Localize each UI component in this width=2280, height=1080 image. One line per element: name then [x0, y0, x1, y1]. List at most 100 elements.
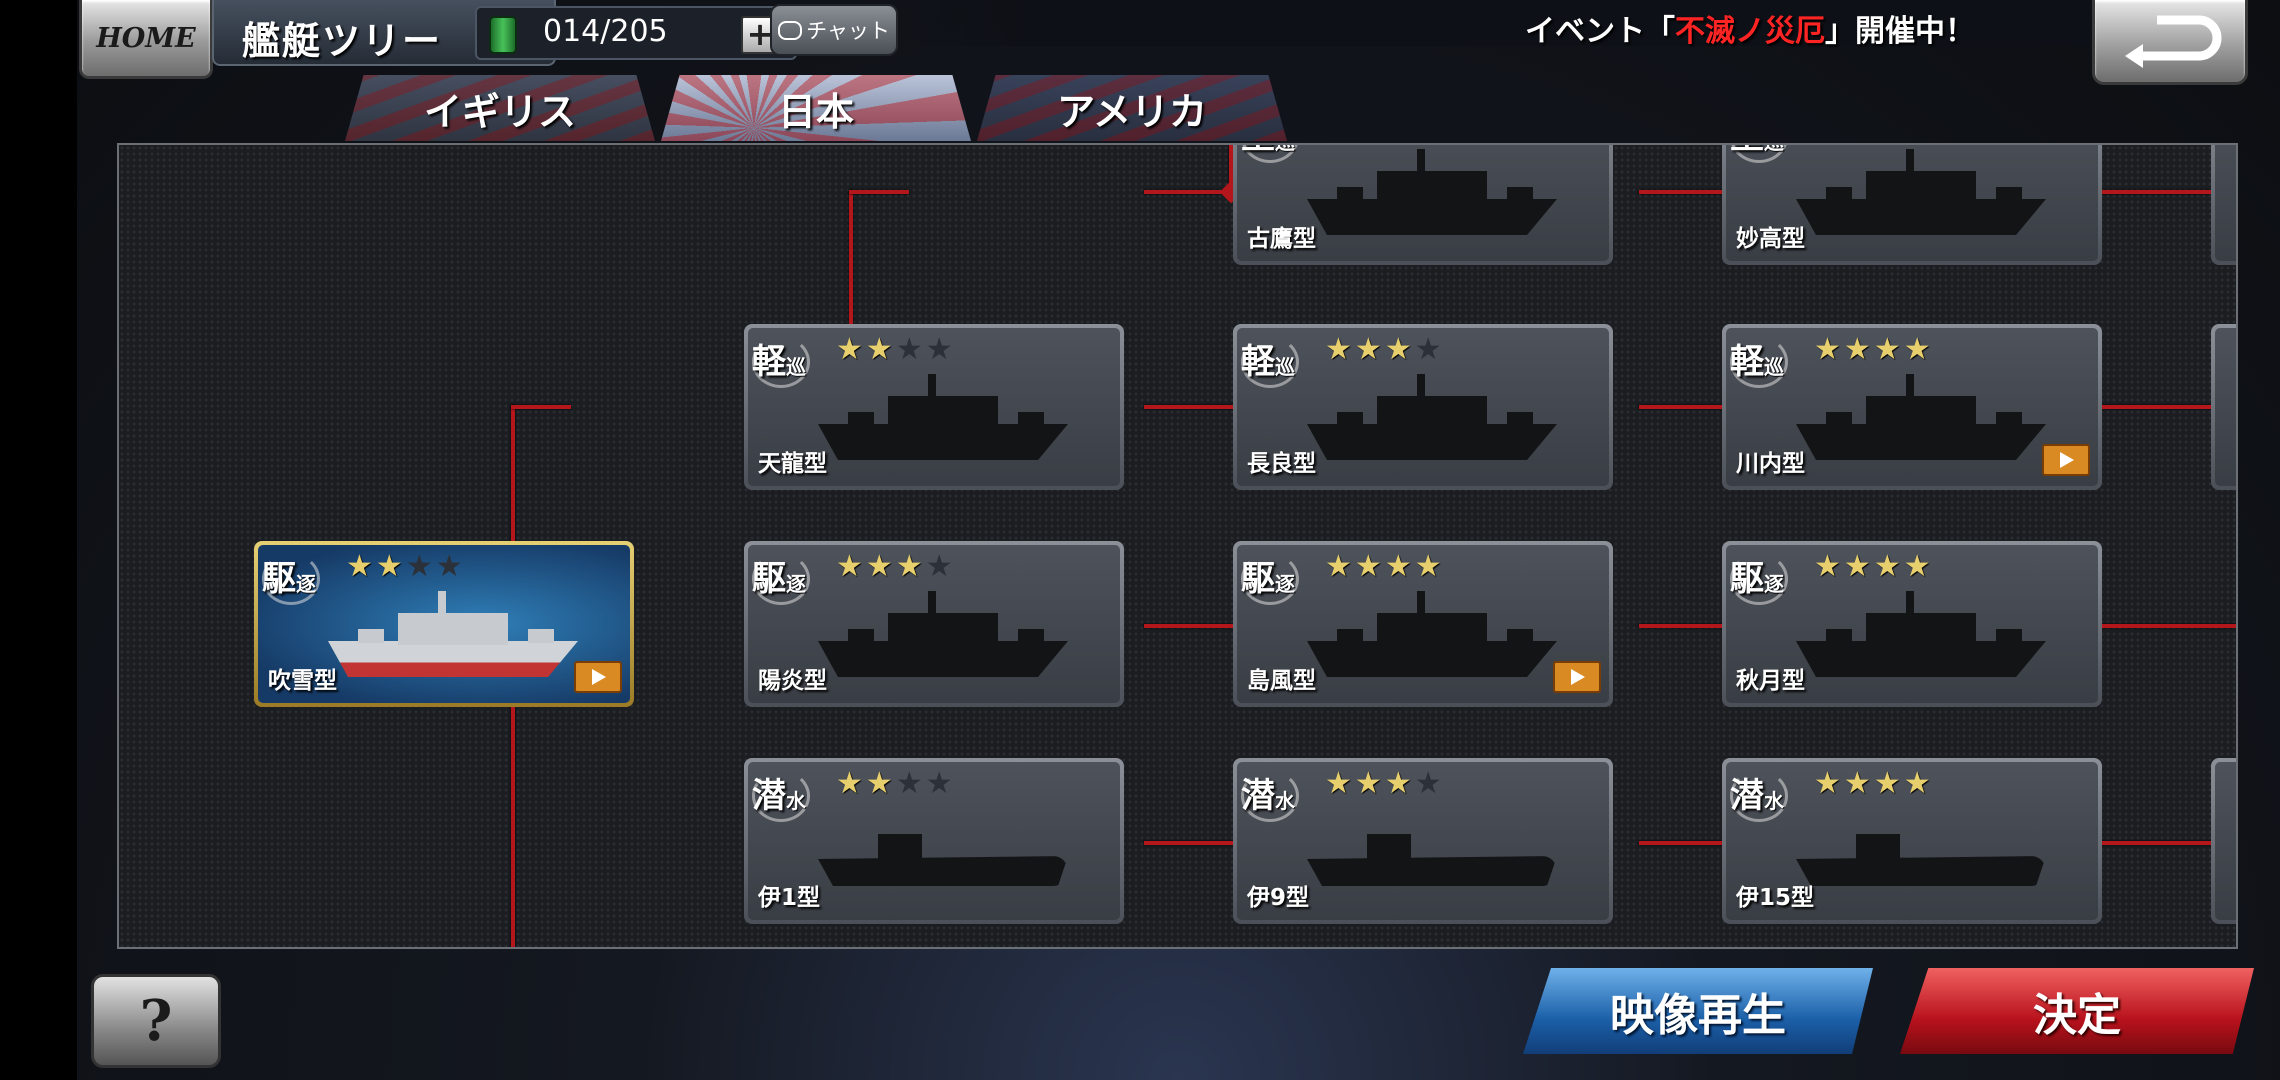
star-filled-icon: ★ [1354, 549, 1382, 584]
ship-card-i9[interactable]: 潜水 ★ ★ ★ ★ 伊9型 [1233, 758, 1613, 924]
back-button[interactable] [2092, 0, 2248, 85]
ship-silhouette [1796, 149, 2046, 241]
ship-card-sendai[interactable]: 軽巡 ★ ★ ★ ★ 川内型 [1722, 324, 2102, 490]
type-main: 軽 [1241, 341, 1275, 382]
ship-name: 秋月型 [1736, 668, 1805, 694]
star-filled-icon: ★ [1873, 332, 1901, 367]
ship-card-next[interactable] [2211, 758, 2236, 924]
card-inner: 軽巡 ★ ★ ★ ★ 川内型 [1726, 328, 2098, 486]
type-sub: 水 [786, 788, 806, 813]
star-filled-icon: ★ [1873, 766, 1901, 801]
star-empty-icon: ★ [1414, 766, 1442, 801]
type-sub: 巡 [1764, 354, 1784, 379]
star-filled-icon: ★ [1873, 549, 1901, 584]
star-empty-icon: ★ [895, 766, 923, 801]
event-suffix: 」開催中！ [1825, 14, 1975, 49]
type-main: 潜 [1730, 775, 1764, 816]
ship-name: 天龍型 [758, 451, 827, 477]
ship-type-badge: 重巡 [1730, 145, 1790, 163]
ship-silhouette [818, 591, 1068, 683]
video-available-icon[interactable] [574, 661, 622, 693]
star-filled-icon: ★ [865, 766, 893, 801]
star-filled-icon: ★ [1384, 766, 1412, 801]
rarity-stars: ★ ★ ★ ★ [1814, 334, 1931, 366]
video-available-icon[interactable] [1553, 661, 1601, 693]
star-filled-icon: ★ [346, 549, 373, 584]
ship-silhouette [1796, 591, 2046, 683]
type-sub: 巡 [1275, 354, 1295, 379]
ship-silhouette [1307, 591, 1557, 683]
type-sub: 水 [1275, 788, 1295, 813]
type-main: 潜 [1241, 775, 1275, 816]
video-available-icon[interactable] [2042, 444, 2090, 476]
rarity-stars: ★ ★ ★ ★ [1325, 768, 1442, 800]
ship-card-tenryu[interactable]: 軽巡 ★ ★ ★ ★ 天龍型 [744, 324, 1124, 490]
ship-card-nagara[interactable]: 軽巡 ★ ★ ★ ★ 長良型 [1233, 324, 1613, 490]
card-inner: 重巡 ★★★★ 妙高型 [1726, 145, 2098, 261]
confirm-button[interactable]: 決定 [1900, 968, 2254, 1054]
card-inner [2215, 145, 2236, 261]
ship-card-myoko[interactable]: 重巡 ★★★★ 妙高型 [1722, 145, 2102, 265]
star-filled-icon: ★ [865, 332, 893, 367]
type-main: 重 [1241, 145, 1275, 158]
ship-type-badge: 軽巡 [1241, 332, 1301, 388]
ship-capacity-icon [489, 16, 517, 54]
star-filled-icon: ★ [1843, 549, 1871, 584]
ship-silhouette [1307, 149, 1557, 241]
ship-silhouette [1796, 374, 2046, 466]
back-arrow-icon [2125, 15, 2222, 68]
ship-counter: 014/205 + [475, 6, 797, 60]
ship-name: 長良型 [1247, 451, 1316, 477]
ship-card-next[interactable] [2211, 324, 2236, 490]
star-empty-icon: ★ [895, 332, 923, 367]
tab-uk[interactable]: イギリス [345, 75, 655, 141]
chat-button[interactable]: チャット [770, 4, 898, 56]
rarity-stars: ★ ★ ★ ★ [346, 551, 463, 583]
ship-card-next[interactable] [2211, 145, 2236, 265]
ship-name: 伊1型 [758, 885, 821, 911]
type-sub: 逐 [1764, 571, 1784, 596]
event-banner[interactable]: イベント「不滅ノ災厄」開催中！ [905, 0, 2155, 49]
ship-name: 妙高型 [1736, 226, 1805, 252]
star-filled-icon: ★ [1903, 332, 1931, 367]
event-name: 不滅ノ災厄 [1675, 14, 1825, 49]
ship-card-kagero[interactable]: 駆逐 ★ ★ ★ ★ 陽炎型 [744, 541, 1124, 707]
star-empty-icon: ★ [405, 549, 433, 584]
star-filled-icon: ★ [1814, 549, 1841, 584]
event-text: イベント「不滅ノ災厄」開催中！ [1525, 6, 1975, 50]
rarity-stars: ★ ★ ★ ★ [836, 334, 953, 366]
ship-name: 伊9型 [1247, 885, 1310, 911]
home-button[interactable]: HOME [79, 0, 213, 79]
type-main: 駆 [1241, 558, 1275, 599]
ship-card-fubuki[interactable]: 駆逐 ★ ★ ★ ★ 吹雪型 [254, 541, 634, 707]
card-inner [2215, 328, 2236, 486]
ship-name: 島風型 [1247, 668, 1316, 694]
ship-card-i15[interactable]: 潜水 ★ ★ ★ ★ 伊15型 [1722, 758, 2102, 924]
star-filled-icon: ★ [1325, 766, 1352, 801]
star-empty-icon: ★ [1414, 332, 1442, 367]
tab-japan[interactable]: 日本 [661, 75, 971, 141]
card-inner: 軽巡 ★ ★ ★ ★ 天龍型 [748, 328, 1120, 486]
ship-card-shimakaze[interactable]: 駆逐 ★ ★ ★ ★ 島風型 [1233, 541, 1613, 707]
ship-card-i1[interactable]: 潜水 ★ ★ ★ ★ 伊1型 [744, 758, 1124, 924]
ship-type-badge: 重巡 [1241, 145, 1301, 163]
ship-silhouette [818, 374, 1068, 466]
ship-type-badge: 駆逐 [262, 549, 322, 605]
star-filled-icon: ★ [865, 549, 893, 584]
star-filled-icon: ★ [1903, 766, 1931, 801]
help-button[interactable]: ? [91, 974, 221, 1068]
type-sub: 水 [1764, 788, 1784, 813]
ship-name: 陽炎型 [758, 668, 827, 694]
star-filled-icon: ★ [1384, 332, 1412, 367]
star-empty-icon: ★ [435, 549, 463, 584]
play-video-button[interactable]: 映像再生 [1523, 968, 1873, 1054]
tab-label: 日本 [777, 89, 854, 134]
type-main: 駆 [262, 558, 296, 599]
ship-card-furutaka[interactable]: 重巡 ★★★★ 古鷹型 [1233, 145, 1613, 265]
star-filled-icon: ★ [1325, 332, 1352, 367]
tab-usa[interactable]: アメリカ [977, 75, 1287, 141]
ship-tree-panel[interactable]: 重巡 ★★★★ 古鷹型 重巡 ★★★★ 妙高型 軽巡 ★★★★ 天龍型 [117, 143, 2238, 949]
type-sub: 巡 [1275, 145, 1295, 155]
ship-card-akizuki[interactable]: 駆逐 ★ ★ ★ ★ 秋月型 [1722, 541, 2102, 707]
type-sub: 逐 [786, 571, 806, 596]
